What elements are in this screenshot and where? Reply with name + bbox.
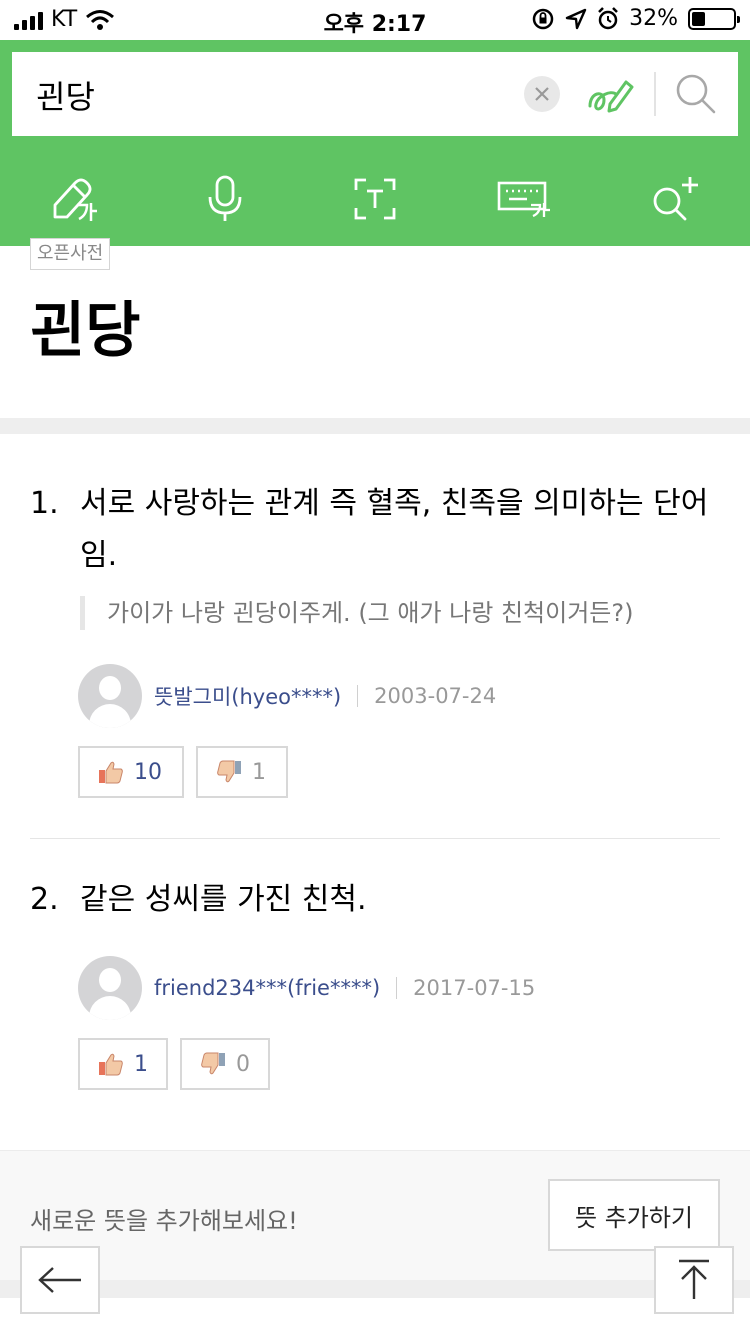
search-header: 괸당 <box>0 40 750 246</box>
source-badge: 오픈사전 <box>30 238 111 270</box>
search-box[interactable]: 괸당 <box>12 52 738 136</box>
like-count: 1 <box>134 1051 148 1077</box>
post-date: 2003-07-24 <box>374 684 497 708</box>
keyboard-tool-button[interactable] <box>450 152 600 246</box>
scroll-top-button[interactable] <box>654 1246 734 1314</box>
definition-text: 같은 성씨를 가진 친척. <box>80 882 367 917</box>
input-toolbar <box>0 152 750 246</box>
like-count: 10 <box>134 759 162 785</box>
author-row: 뜻발그미(hyeo****) 2003-07-24 <box>78 664 720 728</box>
status-bar: KT 오후 2:17 32% <box>0 0 750 40</box>
text-scan-icon <box>354 178 396 220</box>
example-sentence: 가이가 나랑 괸당이주게. (그 애가 나랑 친척이거든?) <box>80 596 720 630</box>
like-button[interactable]: 10 <box>78 746 184 798</box>
definition-item: 2. 같은 성씨를 가진 친척. friend234***(frie****) … <box>30 874 720 1090</box>
meta-divider <box>357 685 359 707</box>
definition-divider <box>30 838 720 839</box>
search-add-icon <box>653 177 698 221</box>
section-divider <box>0 1280 750 1298</box>
post-date: 2017-07-15 <box>413 976 536 1000</box>
handwriting-tool-button[interactable] <box>0 152 150 246</box>
dislike-button[interactable]: 0 <box>180 1038 270 1090</box>
microphone-icon <box>208 175 242 221</box>
search-input[interactable]: 괸당 <box>36 72 95 118</box>
thumbs-up-icon <box>99 1053 123 1076</box>
dislike-count: 0 <box>236 1051 250 1077</box>
add-definition-bar: 새로운 뜻을 추가해보세요! 뜻 추가하기 <box>0 1150 750 1280</box>
handwriting-pen-icon <box>588 80 634 113</box>
author-name-link[interactable]: friend234***(frie****) <box>154 976 380 1000</box>
definition-text: 서로 사랑하는 관계 즉 혈족, 친족을 의미하는 단어임. <box>80 486 709 573</box>
back-button[interactable] <box>20 1246 100 1314</box>
dislike-count: 1 <box>252 759 266 785</box>
handwriting-button[interactable] <box>586 70 636 116</box>
thumbs-down-icon <box>217 760 241 783</box>
keyboard-icon <box>497 181 550 217</box>
avatar[interactable] <box>78 664 142 728</box>
search-icon <box>676 74 716 114</box>
alarm-icon <box>598 6 618 29</box>
like-button[interactable]: 1 <box>78 1038 168 1090</box>
clear-button[interactable] <box>524 76 560 112</box>
section-divider <box>0 418 750 434</box>
thumbs-up-icon <box>99 761 123 784</box>
handwriting-icon <box>53 178 97 221</box>
author-row: friend234***(frie****) 2017-07-15 <box>78 956 720 1020</box>
definition-item: 1. 서로 사랑하는 관계 즉 혈족, 친족을 의미하는 단어임. 가이가 나랑… <box>30 478 720 798</box>
battery-icon <box>688 7 740 30</box>
search-button[interactable] <box>674 72 718 116</box>
add-definition-prompt: 새로운 뜻을 추가해보세요! <box>30 1207 298 1235</box>
page-title: 괸당 <box>30 296 141 366</box>
arrow-left-icon <box>38 1267 81 1293</box>
add-definition-button[interactable]: 뜻 추가하기 <box>548 1179 720 1251</box>
divider <box>654 72 656 116</box>
vote-row: 1 0 <box>78 1038 720 1090</box>
meta-divider <box>396 977 398 999</box>
entry-content: 오픈사전 괸당 1. 서로 사랑하는 관계 즉 혈족, 친족을 의미하는 단어임… <box>0 238 750 1334</box>
search-add-tool-button[interactable] <box>600 152 750 246</box>
thumbs-down-icon <box>201 1052 225 1075</box>
rotation-lock-icon <box>532 8 554 29</box>
dislike-button[interactable]: 1 <box>196 746 288 798</box>
vote-row: 10 1 <box>78 746 720 798</box>
avatar[interactable] <box>78 956 142 1020</box>
voice-tool-button[interactable] <box>150 152 300 246</box>
text-scan-tool-button[interactable] <box>300 152 450 246</box>
battery-percent: 32% <box>629 6 678 31</box>
arrow-up-to-top-icon <box>679 1259 709 1299</box>
close-icon <box>535 87 549 101</box>
definition-number: 1. <box>30 486 59 521</box>
definition-number: 2. <box>30 882 59 917</box>
location-icon <box>565 8 587 29</box>
author-name-link[interactable]: 뜻발그미(hyeo****) <box>154 681 341 711</box>
